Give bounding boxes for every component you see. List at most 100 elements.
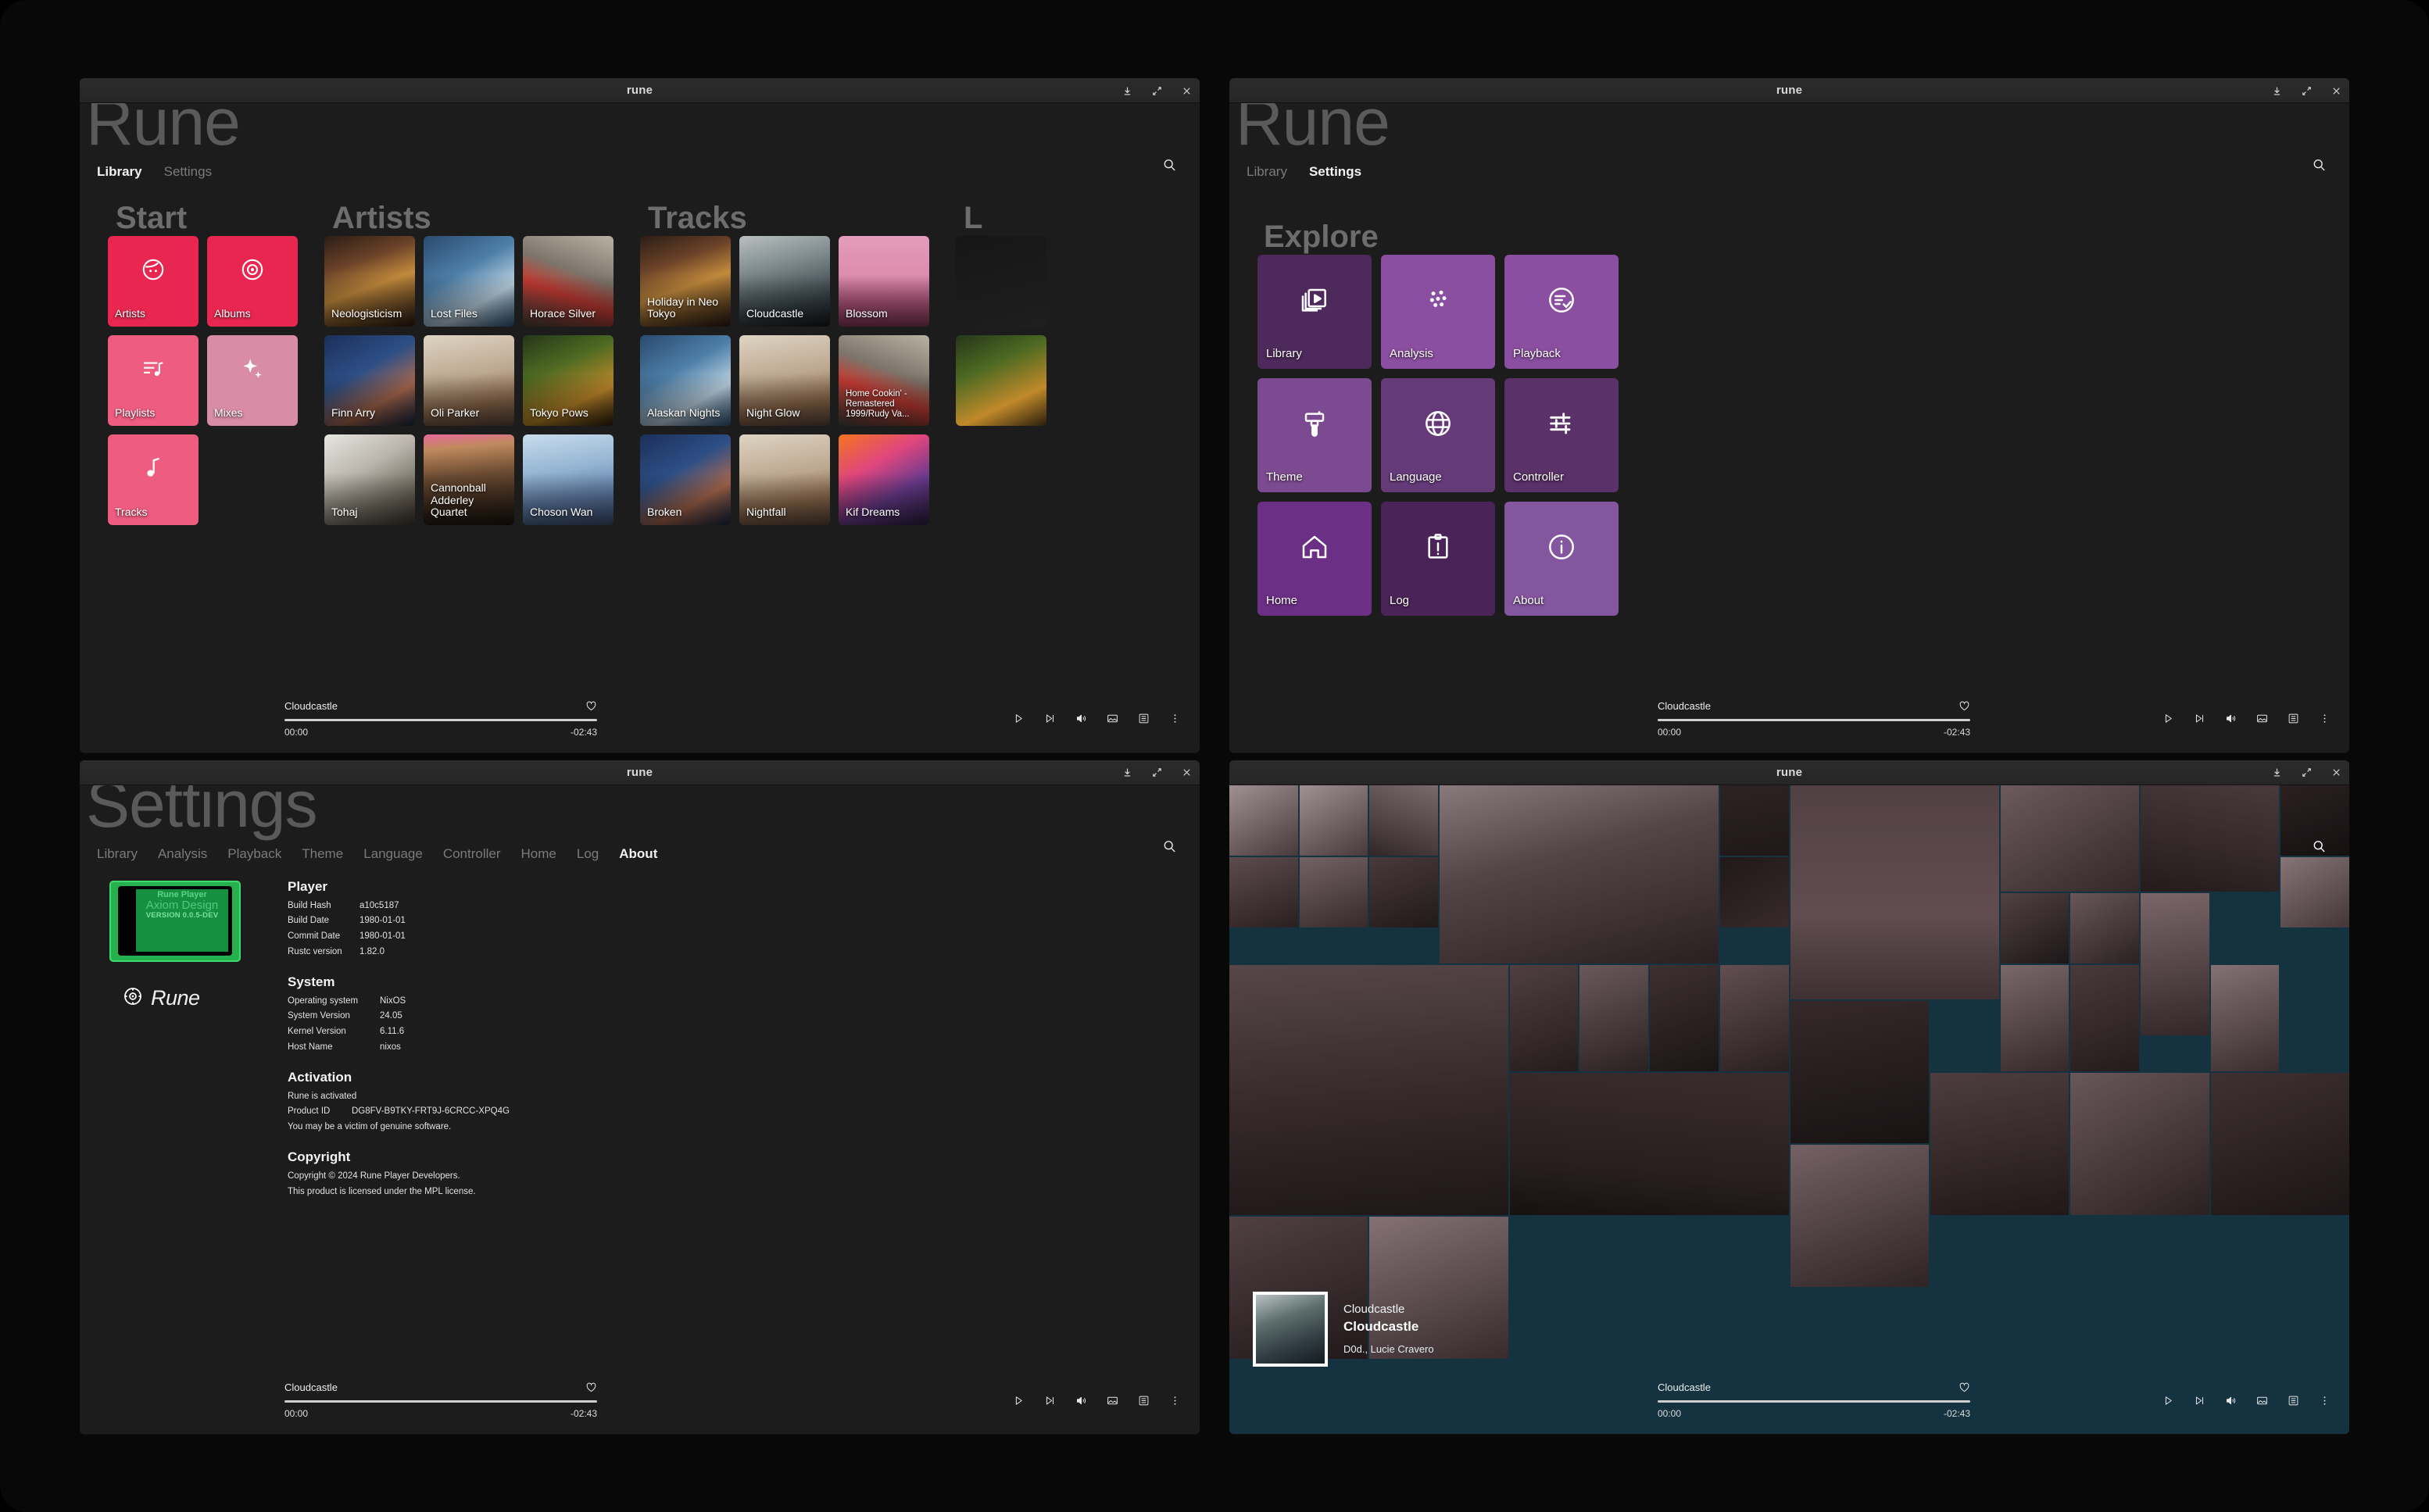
cover-cell[interactable] [1299, 856, 1368, 928]
cover-cell[interactable] [1369, 856, 1439, 928]
tab-home[interactable]: Home [521, 846, 556, 862]
track-tile[interactable]: Alaskan Nights [640, 335, 731, 426]
cover-art-icon[interactable] [2256, 713, 2268, 724]
partial-tile[interactable] [956, 335, 1046, 426]
settings-tile-about[interactable]: About [1504, 502, 1619, 616]
cover-cell-volume1[interactable] [1440, 785, 1719, 963]
cover-cell[interactable] [1229, 785, 1298, 856]
titlebar-settings[interactable]: rune [1229, 78, 2349, 103]
artist-tile[interactable]: Tokyo Pows [523, 335, 614, 426]
cover-cell-skull[interactable] [1790, 785, 1999, 999]
artist-tile[interactable]: Neologisticism [324, 236, 415, 327]
cover-cell-madtrick[interactable] [1719, 856, 1789, 928]
close-icon[interactable] [1179, 84, 1193, 98]
maximize-icon[interactable] [1150, 766, 1164, 780]
partial-tile[interactable] [956, 236, 1046, 327]
cover-art-icon[interactable] [1107, 713, 1118, 724]
search-icon[interactable] [2306, 834, 2332, 860]
maximize-icon[interactable] [2299, 84, 2313, 98]
cover-cell[interactable] [2140, 892, 2209, 1035]
settings-tile-playback[interactable]: Playback [1504, 255, 1619, 369]
cover-art-icon[interactable] [1107, 1395, 1118, 1407]
tab-theme[interactable]: Theme [302, 846, 343, 862]
queue-list-icon[interactable] [2288, 1395, 2299, 1407]
settings-tile-log[interactable]: Log [1381, 502, 1495, 616]
artist-tile[interactable]: Finn Arry [324, 335, 415, 426]
close-icon[interactable] [2329, 766, 2343, 780]
minimize-icon[interactable] [1120, 84, 1134, 98]
volume-icon[interactable] [1075, 713, 1087, 724]
volume-icon[interactable] [2225, 1395, 2237, 1407]
heart-outline-icon[interactable] [1959, 1382, 1970, 1393]
settings-tile-library[interactable]: Library [1257, 255, 1372, 369]
tab-library[interactable]: Library [97, 846, 138, 862]
cover-cell[interactable] [2000, 892, 2069, 963]
cover-cell[interactable] [1579, 964, 1649, 1071]
more-vertical-icon[interactable] [1169, 1395, 1181, 1407]
volume-icon[interactable] [1075, 1395, 1087, 1407]
heart-outline-icon[interactable] [585, 700, 597, 712]
track-tile[interactable]: Holiday in Neo Tokyo [640, 236, 731, 327]
nav-library[interactable]: Library [97, 164, 142, 180]
cover-cell[interactable] [2000, 785, 2139, 892]
heart-outline-icon[interactable] [1959, 700, 1970, 712]
cover-cell[interactable] [1930, 1072, 2069, 1215]
close-icon[interactable] [2329, 84, 2343, 98]
cover-cell[interactable] [2070, 1072, 2209, 1215]
artist-tile[interactable]: Lost Files [424, 236, 514, 327]
tile-artists[interactable]: Artists [108, 236, 199, 327]
nav-settings[interactable]: Settings [164, 164, 212, 180]
next-track-icon[interactable] [2194, 713, 2205, 724]
minimize-icon[interactable] [2270, 84, 2284, 98]
volume-icon[interactable] [2225, 713, 2237, 724]
cover-cell[interactable] [2070, 964, 2139, 1071]
artist-tile[interactable]: Tohaj [324, 434, 415, 525]
cover-cell-battery[interactable] [2070, 892, 2139, 963]
track-tile[interactable]: Kif Dreams [839, 434, 929, 525]
maximize-icon[interactable] [2299, 766, 2313, 780]
artist-tile[interactable]: Choson Wan [523, 434, 614, 525]
minimize-icon[interactable] [2270, 766, 2284, 780]
search-icon[interactable] [1156, 834, 1182, 860]
settings-tile-home[interactable]: Home [1257, 502, 1372, 616]
more-vertical-icon[interactable] [1169, 713, 1181, 724]
more-vertical-icon[interactable] [2319, 713, 2331, 724]
cover-cell[interactable] [1369, 785, 1439, 856]
cover-cell[interactable] [2000, 964, 2069, 1071]
tab-controller[interactable]: Controller [443, 846, 501, 862]
titlebar-cover-wall[interactable]: rune [1229, 760, 2349, 785]
progress-bar[interactable] [284, 718, 597, 721]
queue-list-icon[interactable] [1138, 1395, 1150, 1407]
track-tile[interactable]: Nightfall [739, 434, 830, 525]
cover-cell-tokyolost[interactable] [1790, 1000, 1929, 1143]
more-vertical-icon[interactable] [2319, 1395, 2331, 1407]
artist-tile[interactable]: Cannonball Adderley Quartet [424, 434, 514, 525]
queue-list-icon[interactable] [2288, 713, 2299, 724]
heart-outline-icon[interactable] [585, 1382, 597, 1393]
track-tile[interactable]: Night Glow [739, 335, 830, 426]
tile-albums[interactable]: Albums [207, 236, 298, 327]
play-icon[interactable] [1013, 1395, 1025, 1407]
next-track-icon[interactable] [1044, 1395, 1056, 1407]
nav-settings[interactable]: Settings [1309, 164, 1361, 180]
cover-cell[interactable] [2281, 856, 2349, 928]
maximize-icon[interactable] [1150, 84, 1164, 98]
titlebar-about[interactable]: rune [80, 760, 1200, 785]
cover-cell-town[interactable] [1229, 964, 1508, 1215]
tab-log[interactable]: Log [577, 846, 599, 862]
settings-tile-controller[interactable]: Controller [1504, 378, 1619, 492]
play-icon[interactable] [1013, 713, 1025, 724]
cover-cell[interactable] [1790, 1144, 1929, 1287]
titlebar-library[interactable]: rune [80, 78, 1200, 103]
cover-cell-moon[interactable] [1509, 1072, 1789, 1215]
cover-cell[interactable] [2140, 785, 2280, 892]
progress-bar[interactable] [1658, 1400, 1970, 1403]
cover-cell[interactable] [2210, 1072, 2349, 1215]
cover-cell[interactable] [1229, 856, 1298, 928]
tile-mixes[interactable]: Mixes [207, 335, 298, 426]
track-tile[interactable]: Cloudcastle [739, 236, 830, 327]
track-tile[interactable]: Broken [640, 434, 731, 525]
artist-tile[interactable]: Oli Parker [424, 335, 514, 426]
tab-analysis[interactable]: Analysis [158, 846, 207, 862]
tab-about[interactable]: About [619, 846, 657, 862]
